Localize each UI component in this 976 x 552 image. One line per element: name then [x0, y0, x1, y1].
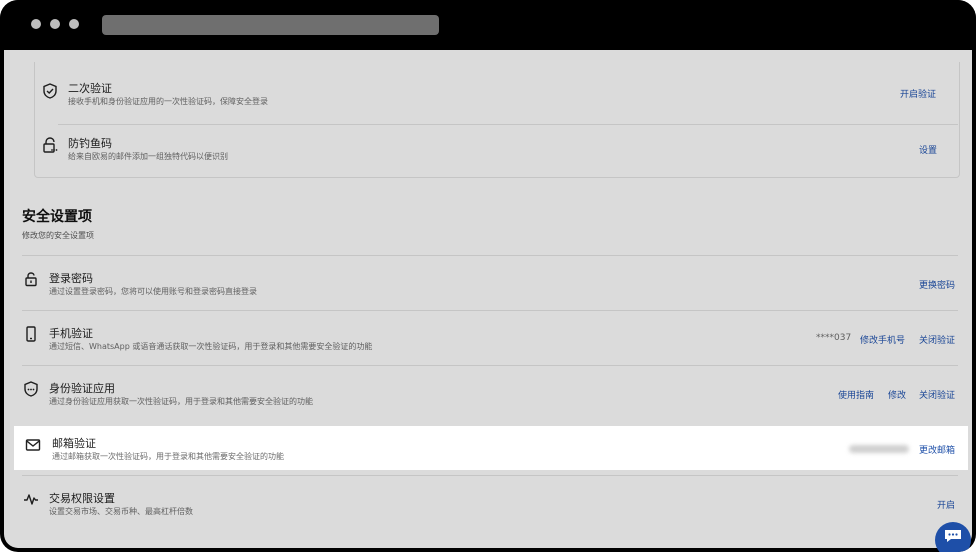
row-authenticator-app: 身份验证应用 通过身份验证应用获取一次性验证码，用于登录和其他需要安全验证的功能… — [4, 366, 972, 420]
mail-icon — [24, 436, 42, 454]
row-title: 交易权限设置 — [49, 492, 115, 505]
row-title: 登录密码 — [49, 272, 93, 285]
row-description: 通过短信、WhatsApp 或语音通话获取一次性验证码，用于登录和其他需要安全验… — [49, 342, 373, 351]
padlock-icon — [22, 270, 40, 288]
section-title: 安全设置项 — [22, 209, 92, 225]
row-phone-verification: 手机验证 通过短信、WhatsApp 或语音通话获取一次性验证码，用于登录和其他… — [4, 311, 972, 365]
row-description: 给来自欧易的邮件添加一组独特代码以便识别 — [68, 152, 228, 161]
browser-window: 二次验证 接收手机和身份验证应用的一次性验证码，保障安全登录 开启验证 防钓鱼码… — [0, 0, 976, 552]
row-description: 接收手机和身份验证应用的一次性验证码，保障安全登录 — [68, 97, 268, 106]
lock-dots-icon — [41, 136, 59, 154]
set-anti-phishing-link[interactable]: 设置 — [919, 143, 937, 156]
window-close-dot[interactable] — [31, 19, 41, 29]
chat-bubble-icon — [945, 530, 961, 542]
phone-icon — [22, 325, 40, 343]
modify-authenticator-link[interactable]: 修改 — [888, 388, 906, 401]
enable-trading-permissions-link[interactable]: 开启 — [937, 498, 955, 511]
enable-verification-link[interactable]: 开启验证 — [900, 87, 936, 100]
row-login-password: 登录密码 通过设置登录密码，您将可以使用账号和登录密码直接登录 更换密码 — [4, 256, 972, 310]
row-title: 二次验证 — [68, 82, 112, 95]
address-bar[interactable] — [102, 15, 439, 35]
shield-check-icon — [41, 82, 59, 100]
row-description: 通过邮箱获取一次性验证码，用于登录和其他需要安全验证的功能 — [52, 452, 284, 461]
row-email-verification: 邮箱验证 通过邮箱获取一次性验证码，用于登录和其他需要安全验证的功能 更改邮箱 — [14, 426, 968, 470]
usage-guide-link[interactable]: 使用指南 — [838, 388, 874, 401]
row-title: 手机验证 — [49, 327, 93, 340]
row-description: 设置交易市场、交易币种、最高杠杆倍数 — [49, 507, 193, 516]
section-subtitle: 修改您的安全设置项 — [22, 231, 94, 240]
window-minimize-dot[interactable] — [50, 19, 60, 29]
row-trading-permissions: 交易权限设置 设置交易市场、交易币种、最高杠杆倍数 开启 — [4, 476, 972, 530]
page-viewport: 二次验证 接收手机和身份验证应用的一次性验证码，保障安全登录 开启验证 防钓鱼码… — [4, 50, 972, 548]
change-phone-link[interactable]: 修改手机号 — [860, 333, 905, 346]
pulse-icon — [22, 490, 40, 508]
disable-authenticator-link[interactable]: 关闭验证 — [919, 388, 955, 401]
change-password-link[interactable]: 更换密码 — [919, 278, 955, 291]
masked-email — [849, 445, 909, 453]
shield-dots-icon — [22, 380, 40, 398]
row-title: 防钓鱼码 — [68, 137, 112, 150]
row-description: 通过身份验证应用获取一次性验证码，用于登录和其他需要安全验证的功能 — [49, 397, 313, 406]
row-title: 邮箱验证 — [52, 437, 96, 450]
disable-phone-verification-link[interactable]: 关闭验证 — [919, 333, 955, 346]
window-zoom-dot[interactable] — [69, 19, 79, 29]
row-anti-phishing: 防钓鱼码 给来自欧易的邮件添加一组独特代码以便识别 设置 — [4, 126, 972, 180]
row-two-factor: 二次验证 接收手机和身份验证应用的一次性验证码，保障安全登录 开启验证 — [4, 72, 972, 126]
row-title: 身份验证应用 — [49, 382, 115, 395]
change-email-link[interactable]: 更改邮箱 — [919, 443, 955, 456]
masked-phone-number: ****037 — [816, 333, 852, 343]
row-description: 通过设置登录密码，您将可以使用账号和登录密码直接登录 — [49, 287, 257, 296]
divider — [58, 124, 958, 125]
title-bar — [0, 0, 976, 50]
chat-support-button[interactable] — [935, 522, 971, 552]
